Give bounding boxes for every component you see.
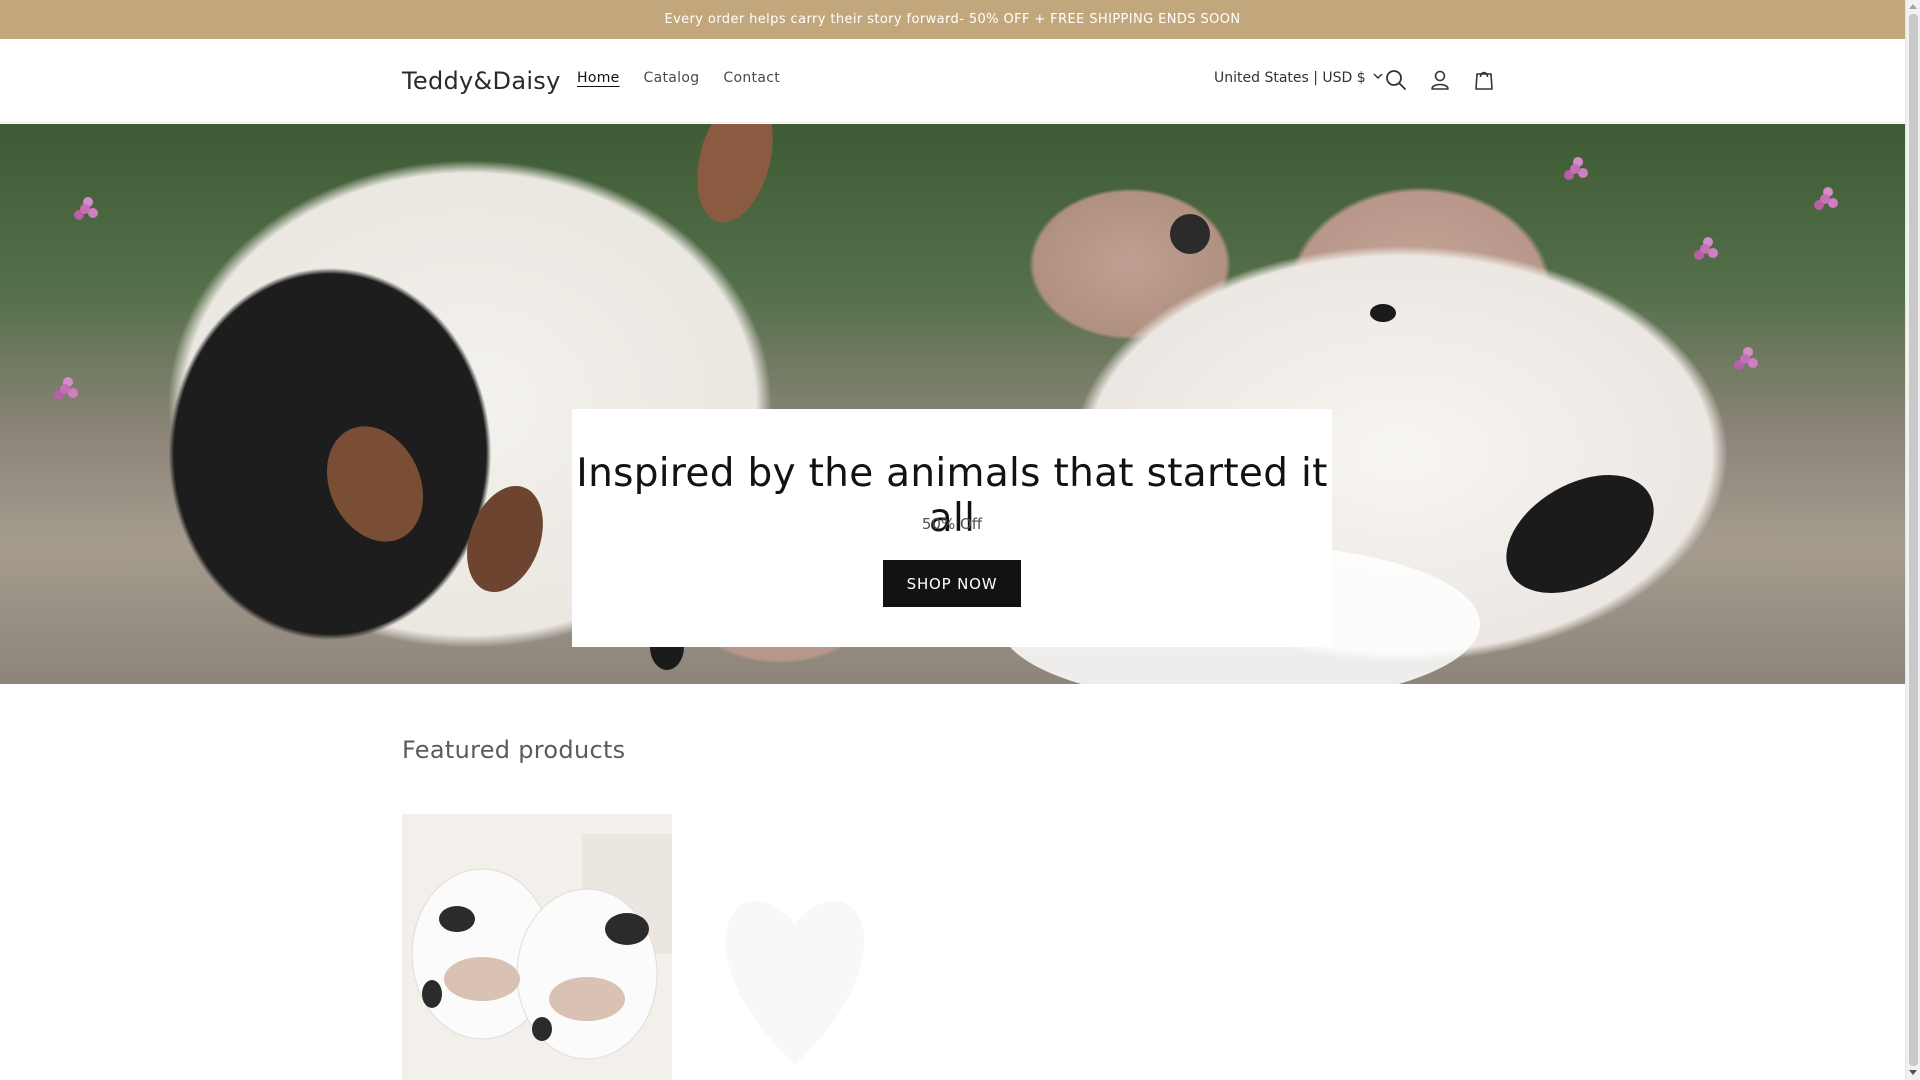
scroll-up-arrow[interactable] <box>1909 4 1917 9</box>
announcement-bar: Every order helps carry their story forw… <box>0 0 1905 39</box>
cart-icon[interactable] <box>1471 67 1497 93</box>
account-icon[interactable] <box>1427 67 1453 93</box>
scrollbar-thumb[interactable] <box>1909 14 1918 1066</box>
nav-home[interactable]: Home <box>565 70 632 86</box>
locale-label: United States | USD $ <box>1214 70 1366 86</box>
product-card-image[interactable] <box>695 814 965 1080</box>
shop-now-button[interactable]: SHOP NOW <box>883 560 1021 607</box>
main-nav: Home Catalog Contact <box>565 70 792 86</box>
site-header: Teddy&Daisy Home Catalog Contact United … <box>0 39 1905 123</box>
scroll-down-arrow[interactable] <box>1909 1070 1917 1075</box>
hero-content-box: Inspired by the animals that started it … <box>572 409 1332 647</box>
page-scrollbar[interactable] <box>1905 0 1920 1080</box>
hero-subtitle: 50% Off <box>921 515 983 533</box>
featured-products-title: Featured products <box>402 736 626 764</box>
nav-contact[interactable]: Contact <box>711 70 792 86</box>
announcement-text: Every order helps carry their story forw… <box>664 12 1241 27</box>
search-icon[interactable] <box>1383 67 1409 93</box>
hero-banner: Inspired by the animals that started it … <box>0 124 1905 684</box>
country-currency-selector[interactable]: United States | USD $ <box>1214 70 1384 86</box>
nav-catalog[interactable]: Catalog <box>632 70 712 86</box>
site-logo[interactable]: Teddy&Daisy <box>402 67 561 95</box>
product-card-image[interactable] <box>402 814 672 1080</box>
chevron-down-icon <box>1372 70 1384 86</box>
